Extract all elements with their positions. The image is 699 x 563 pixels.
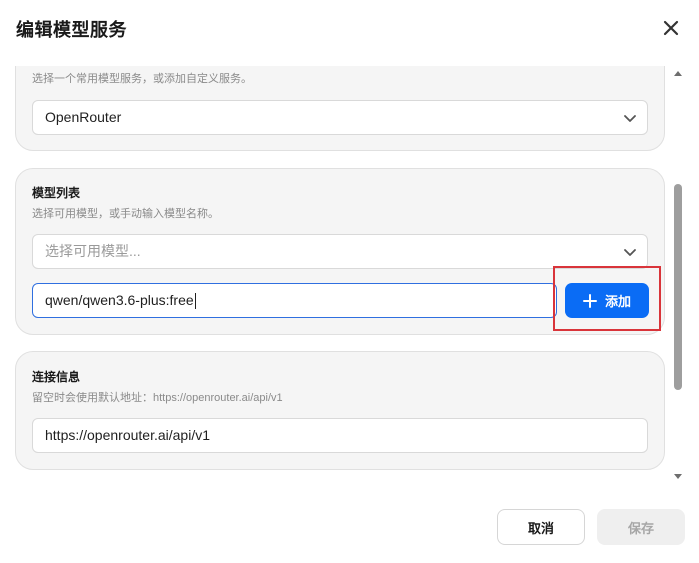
save-button[interactable]: 保存	[597, 509, 685, 545]
highlight-box	[553, 266, 661, 331]
scroll-up-icon[interactable]	[672, 68, 684, 78]
cancel-button[interactable]: 取消	[497, 509, 585, 545]
base-url-input[interactable]: https://openrouter.ai/api/v1	[32, 418, 648, 453]
model-name-input[interactable]: qwen/qwen3.6-plus:free	[32, 283, 557, 318]
model-list-title: 模型列表	[32, 186, 81, 200]
provider-card: 选择一个常用模型服务，或添加自定义服务。 OpenRouter	[15, 66, 665, 151]
scroll-down-icon[interactable]	[672, 472, 684, 482]
scrollbar-thumb[interactable]	[674, 184, 682, 390]
connection-card: 连接信息 留空时会使用默认地址：https://openrouter.ai/ap…	[15, 351, 665, 470]
chevron-down-icon	[624, 249, 636, 256]
provider-description: 选择一个常用模型服务，或添加自定义服务。	[32, 73, 252, 85]
model-name-input-value: qwen/qwen3.6-plus:free	[45, 292, 194, 308]
provider-select-value: OpenRouter	[45, 109, 122, 125]
connection-title: 连接信息	[32, 370, 81, 384]
base-url-input-value: https://openrouter.ai/api/v1	[45, 427, 210, 443]
text-caret	[194, 293, 196, 310]
model-list-description: 选择可用模型，或手动输入模型名称。	[32, 208, 219, 220]
edit-model-service-dialog: 编辑模型服务 选择一个常用模型服务，或添加自定义服务。 OpenRouter 模…	[0, 0, 699, 563]
close-icon[interactable]	[661, 18, 681, 38]
cancel-label: 取消	[527, 521, 554, 537]
model-select[interactable]: 选择可用模型...	[32, 234, 648, 269]
chevron-down-icon	[624, 115, 636, 122]
model-select-placeholder: 选择可用模型...	[45, 243, 141, 259]
dialog-header: 编辑模型服务	[0, 0, 699, 58]
connection-description: 留空时会使用默认地址：https://openrouter.ai/api/v1	[32, 392, 283, 404]
save-label: 保存	[627, 521, 654, 537]
provider-select[interactable]: OpenRouter	[32, 100, 648, 135]
dialog-title: 编辑模型服务	[16, 20, 127, 41]
